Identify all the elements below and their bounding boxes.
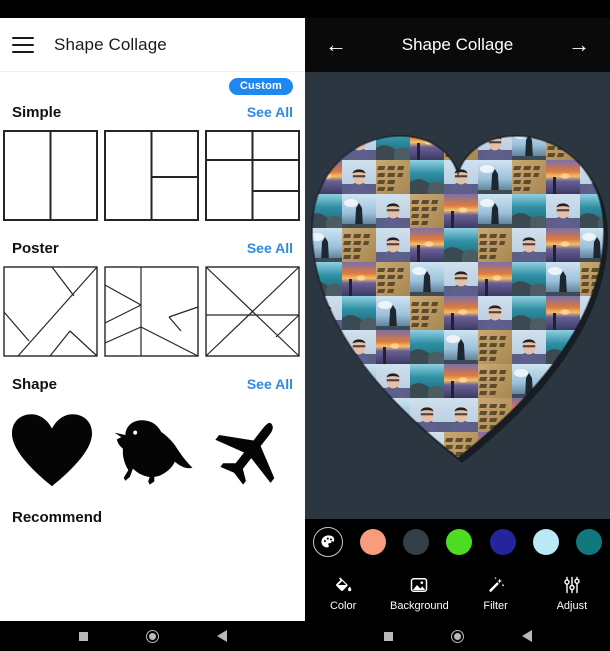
- system-nav-bar-right: [305, 621, 610, 651]
- sliders-icon: [561, 575, 583, 595]
- swatch-teal[interactable]: [575, 529, 602, 555]
- layout-thumb-simple-2[interactable]: [103, 129, 200, 222]
- tool-label-background: Background: [390, 599, 449, 612]
- circle-home-icon[interactable]: [145, 629, 159, 643]
- editor-title: Shape Collage: [401, 35, 514, 54]
- color-palette-icon[interactable]: [313, 527, 343, 557]
- section-header-shape: Shape See All: [0, 372, 305, 401]
- right-app-bar: ← Shape Collage →: [305, 18, 610, 72]
- custom-badge[interactable]: Custom: [228, 78, 293, 95]
- arrow-left-icon[interactable]: ←: [325, 34, 347, 56]
- triangle-back-icon[interactable]: [521, 630, 532, 642]
- square-recents-icon[interactable]: [383, 631, 393, 641]
- swatch-dark-slate[interactable]: [403, 529, 430, 555]
- tool-label-adjust: Adjust: [556, 599, 588, 612]
- status-bar-right: [305, 0, 610, 18]
- left-scroll-content: Custom Simple See All Poster See All Sha…: [0, 72, 305, 621]
- section-title-shape: Shape: [12, 376, 58, 393]
- section-title-poster: Poster: [12, 240, 59, 257]
- arrow-right-icon[interactable]: →: [568, 34, 590, 56]
- shape-row: [0, 401, 305, 495]
- app-screen: Shape Collage Custom Simple See All Post…: [0, 0, 610, 651]
- shape-item-heart[interactable]: [2, 407, 102, 495]
- see-all-shape[interactable]: See All: [247, 376, 293, 392]
- section-header-simple: Simple See All: [0, 100, 305, 129]
- hamburger-menu-icon[interactable]: [12, 36, 34, 53]
- shape-item-plane[interactable]: [202, 407, 302, 495]
- layout-thumb-poster-2[interactable]: [103, 265, 200, 358]
- swatch-navy[interactable]: [489, 529, 516, 555]
- layout-thumb-simple-3[interactable]: [204, 129, 301, 222]
- magic-wand-icon: [485, 575, 507, 595]
- tool-label-filter: Filter: [483, 599, 508, 612]
- left-app-bar: Shape Collage: [0, 18, 305, 72]
- editor-tool-bar: Color Background Filter Adjust: [305, 565, 610, 621]
- triangle-back-icon[interactable]: [216, 630, 227, 642]
- see-all-simple[interactable]: See All: [247, 104, 293, 120]
- layout-thumb-poster-3[interactable]: [204, 265, 301, 358]
- plane-shape-icon: [215, 422, 275, 485]
- tool-adjust[interactable]: Adjust: [534, 575, 610, 612]
- layout-thumb-poster-1[interactable]: [2, 265, 99, 358]
- heart-collage[interactable]: [308, 126, 608, 466]
- left-phone-screen: Shape Collage Custom Simple See All Post…: [0, 0, 305, 651]
- layout-thumb-simple-1[interactable]: [2, 129, 99, 222]
- square-recents-icon[interactable]: [78, 631, 88, 641]
- simple-layout-row: [0, 129, 305, 222]
- tool-filter[interactable]: Filter: [458, 575, 534, 612]
- heart-shape-icon: [12, 414, 92, 487]
- circle-home-icon[interactable]: [450, 629, 464, 643]
- swatch-pale-blue[interactable]: [532, 529, 559, 555]
- system-nav-bar-left: [0, 621, 305, 651]
- image-icon: [408, 575, 430, 595]
- swatch-salmon[interactable]: [360, 529, 387, 555]
- section-title-simple: Simple: [12, 104, 62, 121]
- status-bar-left: [0, 0, 305, 18]
- paint-bucket-icon: [332, 575, 354, 595]
- see-all-poster[interactable]: See All: [247, 240, 293, 256]
- tool-color[interactable]: Color: [305, 575, 381, 612]
- poster-layout-row: [0, 265, 305, 358]
- section-title-recommend: Recommend: [12, 509, 103, 526]
- shape-item-bird[interactable]: [102, 407, 202, 495]
- page-title: Shape Collage: [54, 34, 167, 54]
- color-swatch-bar: [305, 519, 610, 565]
- section-header-poster: Poster See All: [0, 236, 305, 265]
- collage-canvas[interactable]: [305, 72, 610, 519]
- tool-background[interactable]: Background: [381, 575, 457, 612]
- swatch-green[interactable]: [446, 529, 473, 555]
- section-header-recommend: Recommend: [0, 495, 305, 526]
- tool-label-color: Color: [329, 599, 357, 612]
- bird-shape-icon: [114, 420, 193, 485]
- right-phone-screen: ← Shape Collage → Color Background Filte…: [305, 0, 610, 651]
- custom-badge-row: Custom: [0, 72, 305, 100]
